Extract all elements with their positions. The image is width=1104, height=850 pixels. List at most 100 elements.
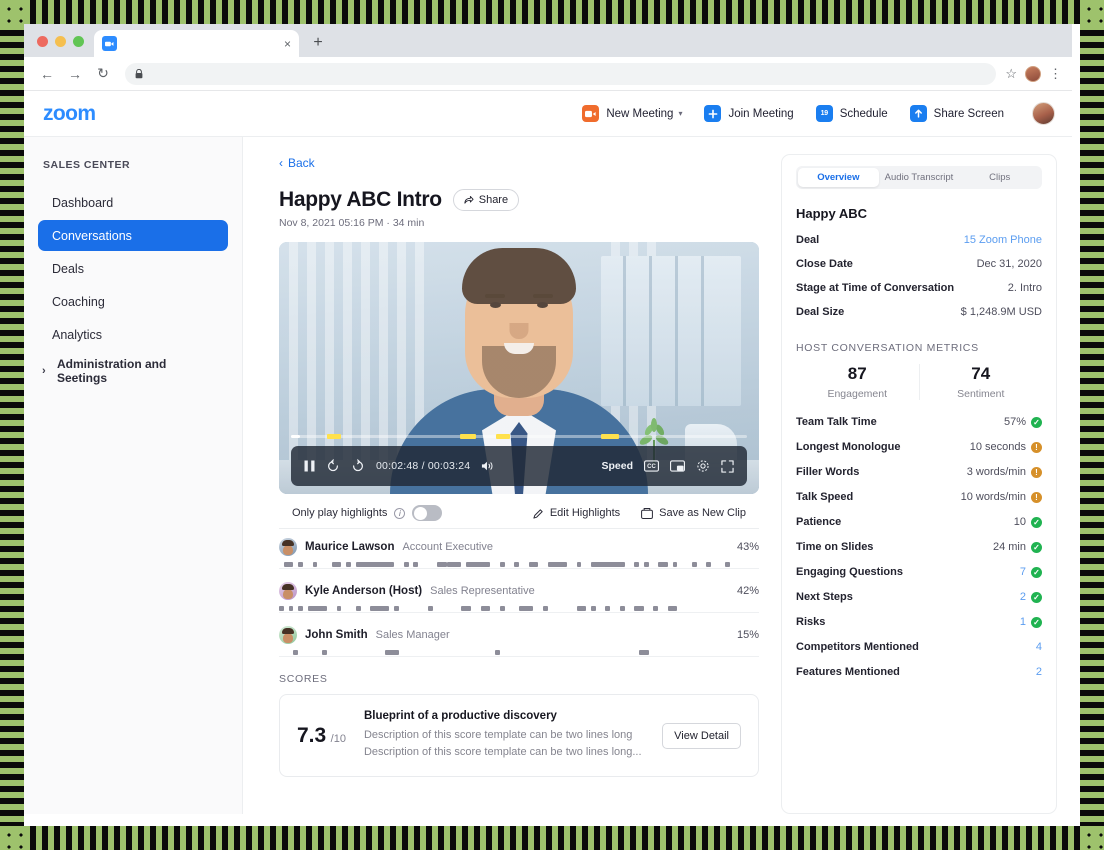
- close-window-button[interactable]: [37, 36, 48, 47]
- maximize-window-button[interactable]: [73, 36, 84, 47]
- browser-tab-strip: × +: [24, 24, 1072, 57]
- volume-icon[interactable]: [481, 460, 495, 472]
- speaker-name: Maurice Lawson: [305, 541, 395, 553]
- sidebar-item-conversations[interactable]: Conversations: [38, 220, 228, 251]
- metric-key: Features Mentioned: [796, 666, 900, 678]
- speaker-percent: 42%: [736, 585, 759, 597]
- video-camera-icon: [582, 105, 600, 122]
- playback-speed-button[interactable]: Speed: [601, 460, 633, 472]
- info-icon[interactable]: i: [394, 507, 406, 519]
- lock-icon: [135, 68, 143, 78]
- zoom-logo[interactable]: zoom: [43, 102, 96, 126]
- speaker-row[interactable]: Kyle Anderson (Host) Sales Representativ…: [279, 582, 759, 613]
- bookmark-star-icon[interactable]: ☆: [1005, 66, 1017, 82]
- decor-corner-top-right: [1080, 0, 1104, 24]
- waveform-segment: [672, 562, 678, 567]
- sidebar-item-administration[interactable]: › Administration and Seetings: [38, 355, 228, 386]
- main-content: ‹ Back Happy ABC Intro Share Nov 8, 2021…: [243, 137, 1072, 814]
- video-progress-bar[interactable]: [291, 434, 747, 439]
- overview-panel: Overview Audio Transcript Clips Happy AB…: [781, 154, 1057, 814]
- sidebar-item-label: Analytics: [52, 327, 103, 342]
- field-key: Deal: [796, 234, 820, 246]
- metric-value[interactable]: 2: [1036, 666, 1042, 678]
- share-screen-button[interactable]: Share Screen: [909, 105, 1004, 122]
- video-player[interactable]: 00:02:48 / 00:03:24 Speed CC: [279, 242, 759, 494]
- user-avatar[interactable]: [1032, 102, 1055, 125]
- sidebar-item-deals[interactable]: Deals: [38, 253, 228, 284]
- metrics-list: Team Talk Time 57% ✓ Longest Monologue 10 se…: [796, 416, 1042, 678]
- new-tab-icon[interactable]: +: [305, 30, 331, 56]
- speaker-waveform[interactable]: [279, 561, 759, 569]
- field-value-link[interactable]: 15 Zoom Phone: [964, 234, 1042, 246]
- reload-icon[interactable]: ↻: [90, 61, 116, 87]
- field-key: Close Date: [796, 258, 853, 270]
- sidebar-item-analytics[interactable]: Analytics: [38, 319, 228, 350]
- back-icon[interactable]: ←: [34, 61, 60, 87]
- picture-in-picture-icon[interactable]: [670, 460, 685, 472]
- toolbar-right-actions: ☆ ⋮: [1005, 65, 1062, 82]
- toggle-knob: [413, 506, 427, 520]
- forward-icon[interactable]: →: [62, 61, 88, 87]
- share-button[interactable]: Share: [452, 189, 520, 211]
- speaker-row[interactable]: Maurice Lawson Account Executive 43%: [279, 538, 759, 569]
- speaker-name: Kyle Anderson (Host): [305, 585, 423, 597]
- metric-key: Filler Words: [796, 466, 860, 478]
- close-tab-icon[interactable]: ×: [284, 38, 291, 50]
- highlights-actions: Edit Highlights Save as New Clip: [533, 507, 746, 519]
- only-play-highlights-toggle[interactable]: [412, 505, 443, 521]
- waveform-segment: [288, 606, 294, 611]
- rewind-10-icon[interactable]: [326, 459, 340, 473]
- closed-captions-icon[interactable]: CC: [644, 460, 659, 472]
- speaker-waveform[interactable]: [279, 649, 759, 657]
- app-header: zoom New Meeting ▾ Join Meeting 19 Sched…: [24, 91, 1072, 137]
- waveform-segment: [336, 606, 342, 611]
- schedule-button[interactable]: 19 Schedule: [815, 105, 888, 122]
- edit-highlights-button[interactable]: Edit Highlights: [533, 507, 620, 519]
- fullscreen-icon[interactable]: [721, 459, 734, 473]
- metric-value[interactable]: 1: [1020, 616, 1026, 628]
- chevron-down-icon[interactable]: ▾: [678, 109, 682, 118]
- waveform-segment: [725, 562, 731, 567]
- view-detail-button[interactable]: View Detail: [662, 722, 741, 749]
- back-link[interactable]: ‹ Back: [279, 156, 315, 170]
- address-bar[interactable]: [125, 62, 997, 85]
- tab-clips[interactable]: Clips: [959, 168, 1040, 187]
- metric-value[interactable]: 4: [1036, 641, 1042, 653]
- metric-value-group: 1 ✓: [1020, 616, 1042, 628]
- speaker-row[interactable]: John Smith Sales Manager 15%: [279, 626, 759, 657]
- tab-audio-transcript[interactable]: Audio Transcript: [879, 168, 960, 187]
- forward-10-icon[interactable]: [351, 459, 365, 473]
- browser-menu-icon[interactable]: ⋮: [1049, 66, 1062, 82]
- metric-value[interactable]: 7: [1020, 566, 1026, 578]
- waveform-segment: [605, 606, 611, 611]
- app-shell: SALES CENTER Dashboard Conversations Dea…: [24, 137, 1072, 814]
- sidebar-item-dashboard[interactable]: Dashboard: [38, 187, 228, 218]
- new-meeting-button[interactable]: New Meeting ▾: [582, 105, 682, 122]
- browser-tab[interactable]: ×: [94, 30, 299, 57]
- field-value: $ 1,248.9M USD: [960, 306, 1042, 318]
- avatar: [279, 538, 297, 556]
- waveform-segment: [413, 562, 419, 567]
- speaker-waveform[interactable]: [279, 605, 759, 613]
- sidebar-item-coaching[interactable]: Coaching: [38, 286, 228, 317]
- metric-value[interactable]: 2: [1020, 591, 1026, 603]
- field-value: Dec 31, 2020: [976, 258, 1042, 270]
- pause-icon[interactable]: [304, 460, 315, 472]
- waveform-segment: [427, 606, 433, 611]
- minimize-window-button[interactable]: [55, 36, 66, 47]
- metric-key: Time on Slides: [796, 541, 874, 553]
- join-meeting-button[interactable]: Join Meeting: [704, 105, 794, 122]
- metric-value-group: 57% ✓: [1004, 416, 1042, 428]
- browser-profile-avatar[interactable]: [1025, 65, 1041, 82]
- settings-gear-icon[interactable]: [696, 459, 710, 473]
- metric-value-group: 10 ✓: [1014, 516, 1042, 528]
- decor-corner-bottom-right: [1080, 826, 1104, 850]
- save-as-new-clip-button[interactable]: Save as New Clip: [641, 507, 746, 519]
- speaker-name: John Smith: [305, 629, 368, 641]
- page-title: Happy ABC Intro: [279, 188, 442, 211]
- metric-value: 57%: [1003, 416, 1026, 428]
- waveform-segment: [403, 562, 409, 567]
- metric-row: Competitors Mentioned 4: [796, 641, 1042, 653]
- tab-overview[interactable]: Overview: [798, 168, 879, 187]
- waveform-segment: [499, 606, 505, 611]
